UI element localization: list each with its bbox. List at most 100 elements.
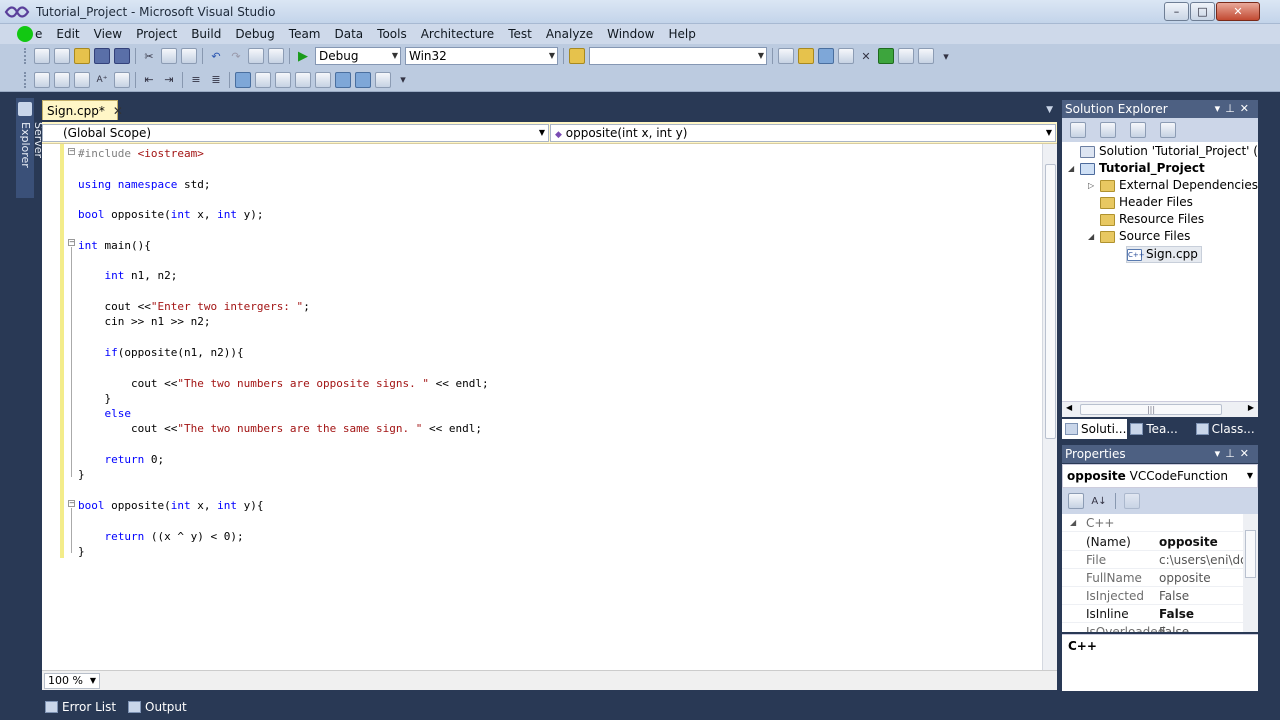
toolbar-grip[interactable] (24, 71, 28, 88)
zoom-level-select[interactable]: 100 % ▼ (44, 673, 100, 689)
editor-vertical-scrollbar[interactable] (1042, 144, 1057, 670)
save-all-icon[interactable] (114, 48, 130, 64)
toolbar-grip[interactable] (24, 48, 28, 64)
copy-icon[interactable] (161, 48, 177, 64)
start-debugging-icon[interactable]: ▶ (295, 48, 311, 64)
previous-document-bookmark-icon[interactable] (335, 71, 351, 88)
close-panel-icon[interactable]: ✕ (1240, 447, 1254, 460)
menu-window[interactable]: Window (600, 27, 661, 41)
menu-build[interactable]: Build (184, 27, 228, 41)
cut-icon[interactable]: ✂ (141, 48, 157, 64)
open-file-icon[interactable] (74, 48, 90, 64)
menu-file[interactable]: e (35, 27, 49, 41)
next-bookmark-icon[interactable] (275, 71, 291, 88)
navigate-backward-icon[interactable] (248, 48, 264, 64)
previous-bookmark-icon[interactable] (255, 71, 271, 88)
menu-edit[interactable]: Edit (49, 27, 86, 41)
toolbar-options-icon[interactable]: ▾ (938, 48, 954, 64)
new-project-icon[interactable] (34, 48, 50, 64)
server-explorer-tab[interactable]: Server Explorer (16, 98, 45, 198)
command-window-icon[interactable] (918, 48, 934, 64)
tab-class-view[interactable]: Class... (1193, 419, 1258, 439)
find-in-files-icon[interactable] (569, 48, 585, 64)
comment-lines-icon[interactable]: ≡ (188, 72, 204, 88)
next-document-bookmark-icon[interactable] (355, 71, 371, 88)
menu-debug[interactable]: Debug (228, 27, 281, 41)
menu-project[interactable]: Project (129, 27, 184, 41)
menu-help[interactable]: Help (661, 27, 702, 41)
scope-dropdown[interactable]: (Global Scope) ▼ (42, 124, 549, 142)
scrollbar-thumb[interactable] (1245, 530, 1256, 578)
tree-item-solution[interactable]: Solution 'Tutorial_Project' (1 proj (1068, 143, 1258, 160)
tree-item-project[interactable]: ◢ Tutorial_Project (1068, 160, 1205, 177)
expanded-arrow-icon[interactable]: ◢ (1068, 160, 1076, 177)
undo-icon[interactable]: ↶ (208, 48, 224, 64)
tools-icon[interactable]: ✕ (858, 48, 874, 64)
toolbar-options-icon[interactable]: ▾ (395, 72, 411, 88)
increase-indent-icon[interactable]: ⇥ (161, 72, 177, 88)
tree-item-external-dependencies[interactable]: ▷ External Dependencies (1088, 177, 1258, 194)
properties-icon[interactable] (1130, 122, 1146, 138)
tree-item-resource-files[interactable]: Resource Files (1100, 211, 1204, 228)
menu-architecture[interactable]: Architecture (414, 27, 501, 41)
quick-info-icon[interactable] (34, 71, 50, 88)
scrollbar-thumb[interactable] (1045, 164, 1056, 439)
previous-bookmark-folder-icon[interactable] (295, 71, 311, 88)
parameter-info-icon[interactable] (54, 71, 70, 88)
panel-dropdown-icon[interactable]: ▾ (1215, 102, 1226, 115)
panel-controls[interactable]: ▾⊥✕ (1215, 445, 1254, 463)
member-dropdown[interactable]: ◆ opposite(int x, int y) ▼ (550, 124, 1056, 142)
tree-item-sign-cpp[interactable]: C++ Sign.cpp (1126, 246, 1202, 263)
alphabetical-icon[interactable]: A↓ (1091, 493, 1107, 509)
menu-view[interactable]: View (87, 27, 129, 41)
property-row-fullname[interactable]: FullName opposite (1062, 569, 1244, 587)
complete-word-icon[interactable]: A⁺ (94, 72, 110, 88)
clear-bookmarks-icon[interactable] (375, 71, 391, 88)
property-category-row[interactable]: ◢ C++ (1062, 514, 1244, 532)
menu-team[interactable]: Team (282, 27, 328, 41)
refresh-icon[interactable] (1100, 122, 1116, 138)
add-item-icon[interactable] (54, 48, 70, 64)
properties-object-select[interactable]: opposite VCCodeFunction ▼ (1062, 464, 1258, 488)
properties-window-icon[interactable] (798, 48, 814, 64)
start-page-icon[interactable] (878, 48, 894, 64)
tab-team-explorer[interactable]: Tea... (1127, 419, 1192, 439)
property-row-file[interactable]: File c:\users\eni\do (1062, 551, 1244, 569)
show-all-files-icon[interactable] (1070, 122, 1086, 138)
extension-manager-icon[interactable] (898, 48, 914, 64)
property-row-name[interactable]: (Name) opposite (1062, 533, 1244, 551)
property-row-isinjected[interactable]: IsInjected False (1062, 587, 1244, 605)
menu-tools[interactable]: Tools (370, 27, 414, 41)
collapse-include-icon[interactable]: − (68, 148, 75, 155)
redo-icon[interactable]: ↷ (228, 48, 244, 64)
panel-dropdown-icon[interactable]: ▾ (1215, 447, 1226, 460)
solution-configuration-select[interactable]: Debug ▼ (315, 47, 401, 65)
document-tab-sign-cpp[interactable]: Sign.cpp* ✕ (42, 100, 123, 120)
uncomment-lines-icon[interactable]: ≣ (208, 72, 224, 88)
object-browser-icon[interactable] (818, 48, 834, 64)
scroll-right-icon[interactable]: ▶ (1248, 403, 1254, 412)
toolbox-icon[interactable] (838, 48, 854, 64)
collapse-opposite-icon[interactable]: − (68, 500, 75, 507)
next-bookmark-folder-icon[interactable] (315, 71, 331, 88)
tree-item-header-files[interactable]: Header Files (1100, 194, 1193, 211)
tree-item-source-files[interactable]: ◢ Source Files (1088, 228, 1190, 245)
find-combo[interactable]: ▼ (589, 47, 767, 65)
collapsed-arrow-icon[interactable]: ▷ (1088, 177, 1096, 194)
menu-data[interactable]: Data (328, 27, 371, 41)
tab-solution-explorer[interactable]: Soluti... (1062, 419, 1128, 439)
toggle-bookmark-icon[interactable] (235, 71, 251, 88)
paste-icon[interactable] (181, 48, 197, 64)
categorized-icon[interactable] (1068, 493, 1084, 509)
scroll-left-icon[interactable]: ◀ (1066, 403, 1072, 412)
list-members-icon[interactable] (114, 71, 130, 88)
expanded-arrow-icon[interactable]: ◢ (1070, 514, 1076, 532)
scrollbar-thumb[interactable]: ||| (1080, 404, 1222, 415)
pin-icon[interactable]: ⊥ (1225, 102, 1240, 115)
solution-platform-select[interactable]: Win32 ▼ (405, 47, 558, 65)
properties-vertical-scrollbar[interactable] (1243, 514, 1258, 632)
menu-analyze[interactable]: Analyze (539, 27, 600, 41)
expanded-arrow-icon[interactable]: ◢ (1088, 228, 1096, 245)
close-panel-icon[interactable]: ✕ (1240, 102, 1254, 115)
editor-horizontal-scrollbar[interactable] (104, 675, 1039, 687)
